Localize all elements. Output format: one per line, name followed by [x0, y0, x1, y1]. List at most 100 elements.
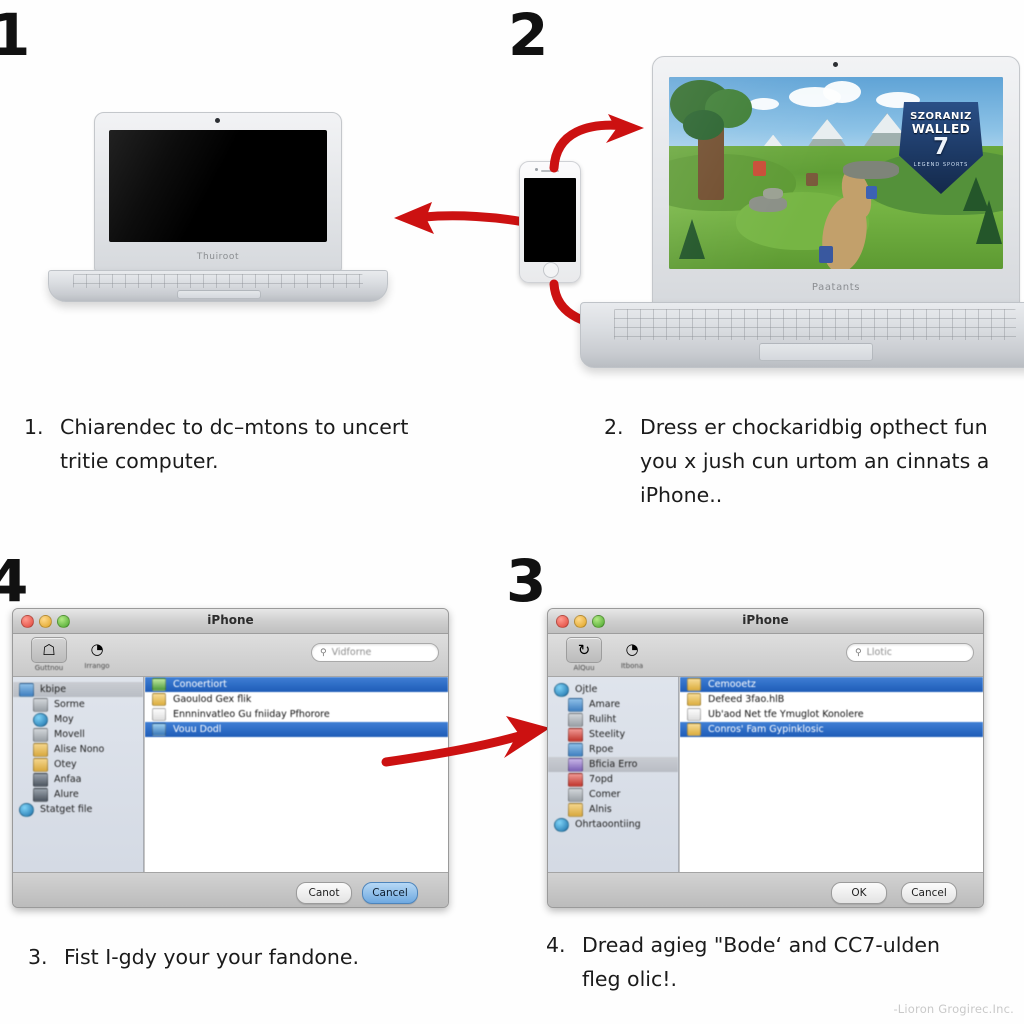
sidebar-item-label: Rpoe: [589, 744, 614, 755]
window-toolbar: ↻ AlQuu ◔ Itbona ⚲ Llotic: [548, 634, 983, 677]
folder-icon: [152, 693, 166, 706]
search-placeholder: Vidforne: [331, 647, 372, 658]
window-titlebar: iPhone: [13, 609, 448, 634]
sidebar-item-label: 7opd: [589, 774, 613, 785]
file-list-right[interactable]: Cemooetz Defeed 3fao.hlB Ub'aod Net tfe …: [679, 677, 983, 872]
home-icon: ☖: [31, 637, 67, 663]
archive-icon: [33, 727, 48, 742]
list-item-label: Conros' Fam Gypinklosic: [708, 724, 824, 735]
search-input[interactable]: ⚲ Vidforne: [311, 643, 439, 662]
sidebar-item-label: Movell: [54, 729, 85, 740]
sidebar-item[interactable]: Anfaa: [13, 772, 143, 787]
music-icon: [568, 727, 583, 742]
laptop-brand-label: Paatants: [811, 282, 861, 293]
phone-camera-icon: [535, 168, 538, 171]
secondary-button[interactable]: Canot: [296, 882, 352, 904]
list-item-label: Gaoulod Gex flik: [173, 694, 252, 705]
laptop-screen-off: [109, 130, 327, 242]
game-unit: [819, 245, 834, 263]
watermark: -Lioron Grogirec.Inc.: [893, 1002, 1014, 1016]
search-icon: ⚲: [320, 647, 327, 658]
sidebar-item[interactable]: Bficia Erro: [548, 757, 678, 772]
sidebar-item-label: Alise Nono: [54, 744, 105, 755]
toolbar-button-home[interactable]: ☖ Guttnou: [27, 637, 71, 672]
list-item[interactable]: Conoertiort: [145, 677, 448, 692]
step-numeral-1: 1: [0, 1, 30, 69]
game-unit: [752, 161, 766, 177]
sidebar-item-label: Alnis: [589, 804, 612, 815]
list-item[interactable]: Conros' Fam Gypinklosic: [680, 722, 983, 737]
pine-tree-icon: [976, 199, 1003, 244]
toolbar-button-label: AlQuu: [573, 664, 595, 672]
phone-home-button[interactable]: [543, 262, 559, 278]
caption-index: 3.: [28, 945, 48, 969]
photo-icon: [568, 772, 583, 787]
toolbar-button-media[interactable]: ◔ Irrango: [75, 637, 119, 670]
help-icon: [554, 682, 569, 697]
rock-cluster: [762, 188, 783, 200]
media-icon: ◔: [90, 640, 104, 658]
sidebar-item[interactable]: Steelity: [548, 727, 678, 742]
list-item[interactable]: Defeed 3fao.hlB: [680, 692, 983, 707]
phone-screen-off: [524, 178, 576, 262]
sidebar-item[interactable]: Alure: [13, 787, 143, 802]
rock-cluster: [842, 161, 899, 180]
cancel-button[interactable]: Cancel: [901, 882, 957, 904]
device-icon: [33, 697, 48, 712]
sidebar-item[interactable]: Sorme: [13, 697, 143, 712]
app-icon: [687, 723, 701, 736]
game-unit: [866, 186, 878, 200]
sidebar-item[interactable]: Movell: [13, 727, 143, 742]
list-item[interactable]: Cemooetz: [680, 677, 983, 692]
game-artwork: SZORANIZ WALLED 7 LEGEND SPORTS: [669, 77, 1003, 269]
sidebar-item[interactable]: Alnis: [548, 802, 678, 817]
sidebar-item[interactable]: 7opd: [548, 772, 678, 787]
folder-icon: [687, 678, 701, 691]
sidebar-item[interactable]: Ohrtaoontiing: [548, 817, 678, 832]
sidebar-item[interactable]: kbipe: [13, 682, 143, 697]
toolbar-button-media[interactable]: ◔ Itbona: [610, 637, 654, 670]
sidebar-item[interactable]: Ojtle: [548, 682, 678, 697]
arrow-right-red: [378, 706, 558, 776]
folder-icon: [687, 693, 701, 706]
sidebar-item-label: Steelity: [589, 729, 626, 740]
app-icon: [152, 678, 166, 691]
folder-icon: [568, 742, 583, 757]
cancel-button[interactable]: Cancel: [362, 882, 418, 904]
sidebar-item-label: Bficia Erro: [589, 759, 638, 770]
sidebar-item[interactable]: Otey: [13, 757, 143, 772]
sidebar-item[interactable]: Comer: [548, 787, 678, 802]
keyboard: [613, 309, 1017, 341]
caption-text: Dress er chockaridbig opthect fun you x …: [640, 415, 990, 507]
sidebar-item[interactable]: Moy: [13, 712, 143, 727]
toolbar-button-label: Guttnou: [34, 664, 64, 672]
media-icon: ◔: [625, 640, 639, 658]
sidebar-item-label: kbipe: [40, 684, 67, 695]
ok-button[interactable]: OK: [831, 882, 887, 904]
list-item[interactable]: Ub'aod Net tfe Ymuglot Konolere: [680, 707, 983, 722]
window-title: iPhone: [207, 613, 254, 627]
caption-text: Fist I-gdy your your fandone.: [64, 945, 360, 969]
sidebar-item[interactable]: Statget file: [13, 802, 143, 817]
photos-icon: [568, 712, 583, 727]
sidebar-right[interactable]: Ojtle Amare Ruliht Steelity Rpoe Bficia …: [548, 677, 679, 872]
search-input[interactable]: ⚲ Llotic: [846, 643, 974, 662]
toolbar-button-sync[interactable]: ↻ AlQuu: [562, 637, 606, 672]
network-icon: [554, 817, 569, 832]
caption-step-1: 1. Chiarendec to dc–mtons to uncert trit…: [24, 410, 410, 478]
window-titlebar: iPhone: [548, 609, 983, 634]
laptop-base: [48, 270, 388, 302]
apps-icon: [568, 802, 583, 817]
sidebar-left[interactable]: kbipe Sorme Moy Movell Alise Nono Otey A…: [13, 677, 144, 872]
sidebar-item-label: Ojtle: [575, 684, 598, 695]
list-item[interactable]: Gaoulod Gex flik: [145, 692, 448, 707]
sidebar-item[interactable]: Rpoe: [548, 742, 678, 757]
game-logo-line3: 7: [932, 133, 949, 160]
sidebar-item-label: Moy: [54, 714, 74, 725]
sidebar-item[interactable]: Alise Nono: [13, 742, 143, 757]
sync-icon: ↻: [566, 637, 602, 663]
sidebar-item[interactable]: Ruliht: [548, 712, 678, 727]
finder-window-right[interactable]: iPhone ↻ AlQuu ◔ Itbona ⚲ Llotic Ojtle A…: [547, 608, 984, 908]
cloud-icon: [822, 80, 861, 103]
sidebar-item[interactable]: Amare: [548, 697, 678, 712]
